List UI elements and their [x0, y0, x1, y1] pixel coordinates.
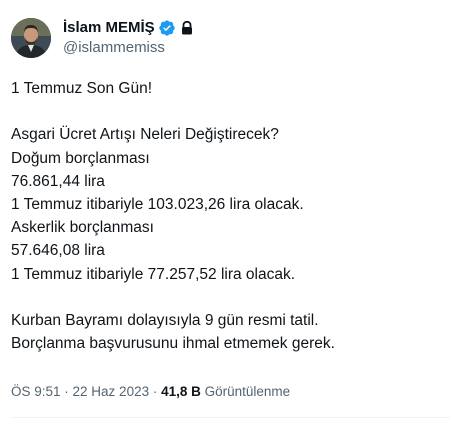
avatar[interactable]: [11, 18, 51, 58]
tweet-line: 1 Temmuz Son Gün!: [11, 80, 153, 97]
name-row: İslam MEMİŞ: [63, 18, 195, 38]
tweet-card: İslam MEMİŞ @islammemiss 1 Temmuz Son Gü…: [0, 0, 461, 431]
avatar-image: [11, 18, 51, 58]
tweet-line: 76.861,44 lira: [11, 172, 105, 190]
tweet-line: Borçlanma başvurusunu ihmal etmemek gere…: [11, 335, 335, 353]
tweet-line: Askerlik borçlanması: [11, 219, 154, 237]
lock-icon: [179, 20, 195, 36]
views-count: 41,8 B: [161, 384, 201, 399]
tweet-line: Asgari Ücret Artışı Neleri Değiştirecek?: [11, 126, 279, 144]
handle[interactable]: @islammemiss: [63, 38, 195, 58]
tweet-time[interactable]: ÖS 9:51: [11, 384, 61, 399]
tweet-text: 1 Temmuz Son Gün! Asgari Ücret Artışı Ne…: [11, 77, 451, 355]
views-label: Görüntülenme: [204, 384, 291, 399]
tweet-line: Kurban Bayramı dolayısıyla 9 gün resmi t…: [11, 312, 319, 329]
divider: [11, 417, 450, 418]
tweet-line: 1 Temmuz itibariyle 103.023,26 lira olac…: [11, 196, 304, 213]
user-block: İslam MEMİŞ @islammemiss: [63, 18, 195, 58]
tweet-line: 1 Temmuz itibariyle 77.257,52 lira olaca…: [11, 265, 296, 283]
tweet-line: Doğum borçlanması: [11, 149, 150, 167]
meta-separator: ·: [60, 384, 73, 399]
tweet-meta: ÖS 9:51 · 22 Haz 2023 · 41,8 B Görüntüle…: [11, 382, 290, 402]
display-name[interactable]: İslam MEMİŞ: [63, 18, 155, 38]
verified-badge-icon[interactable]: [158, 19, 176, 37]
meta-separator: ·: [149, 384, 162, 399]
tweet-date[interactable]: 22 Haz 2023: [73, 384, 150, 399]
tweet-line: 57.646,08 lira: [11, 242, 105, 260]
tweet-header: İslam MEMİŞ @islammemiss: [11, 14, 195, 62]
